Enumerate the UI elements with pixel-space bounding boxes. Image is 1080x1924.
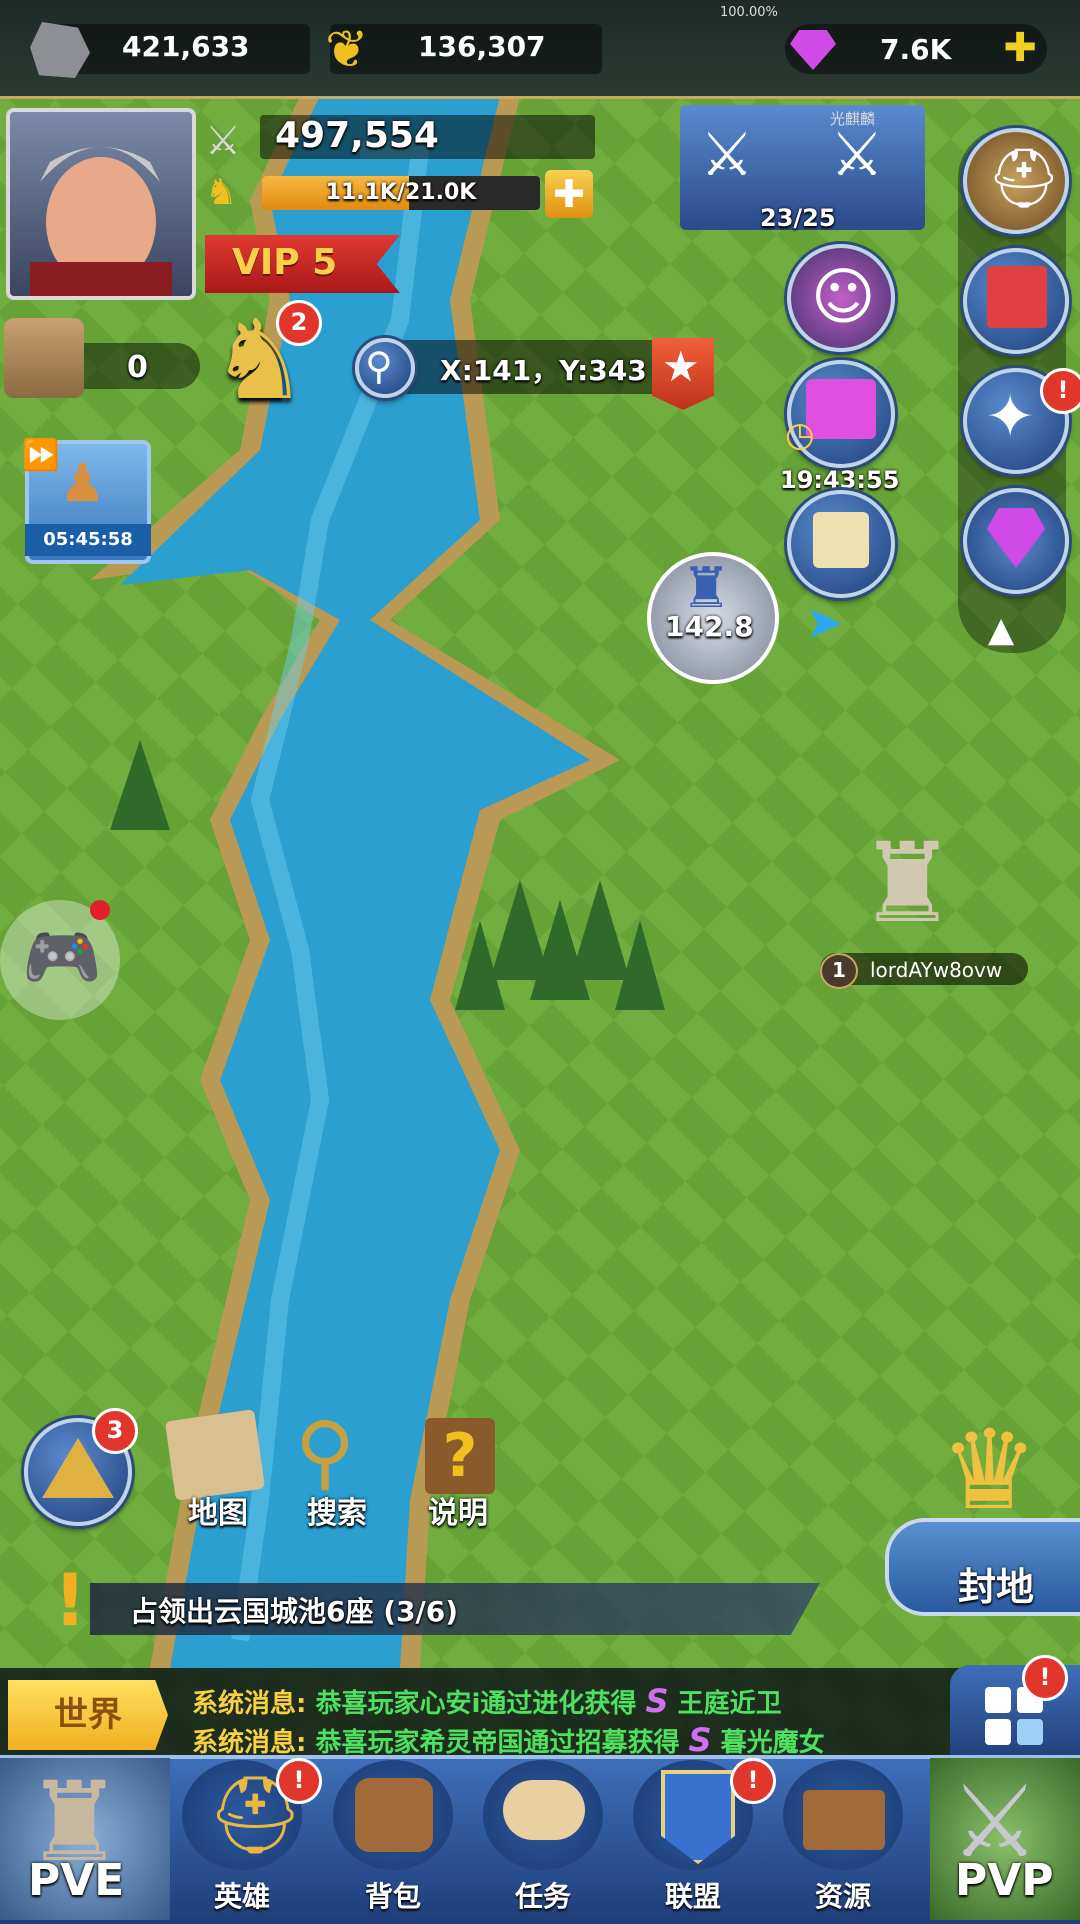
boost-timer: 05:45:58 — [25, 524, 151, 556]
city-icon — [4, 318, 84, 398]
knight-badge: 2 — [276, 300, 322, 346]
search-label[interactable]: 搜索 — [307, 1488, 367, 1532]
knights-icon-2: ⚔ — [830, 120, 884, 190]
chat-reward: 暮光魔女 — [720, 1728, 825, 1758]
gift-button[interactable] — [963, 248, 1069, 354]
search-coord-button[interactable]: ⚲ — [355, 338, 415, 398]
expand-arrow-icon[interactable]: ➤ — [805, 595, 844, 649]
chat-text: 恭喜玩家希灵帝国通过招募获得 — [315, 1728, 680, 1758]
chat-prefix: 系统消息: — [192, 1689, 307, 1719]
hero-alert: ! — [276, 1758, 322, 1804]
chat-text: 恭喜玩家心安i通过进化获得 — [315, 1689, 637, 1719]
fief-label[interactable]: 封地 — [958, 1556, 1034, 1611]
quest-alert-icon: ! — [53, 1558, 87, 1642]
party-popper-icon: ✦ — [985, 382, 1036, 452]
search-icon[interactable]: ⚲ — [295, 1405, 355, 1500]
scarecrow-icon: ♟ — [59, 454, 106, 514]
knights-icon: ⚔ — [700, 120, 754, 190]
grid-icon-cell — [1017, 1719, 1043, 1745]
terrain-badge: 3 — [92, 1408, 138, 1454]
power-icon: ⚔ — [205, 118, 241, 164]
coord-text: X:141，Y:343 — [440, 354, 647, 387]
hero-nav-label[interactable]: 英雄 — [167, 1875, 317, 1915]
gem-shop-button[interactable] — [963, 488, 1069, 594]
alliance-nav-label[interactable]: 联盟 — [618, 1875, 768, 1915]
map-label[interactable]: 地图 — [188, 1488, 248, 1532]
magnifier-icon: ⚲ — [365, 344, 393, 388]
bag-nav-label[interactable]: 背包 — [318, 1875, 468, 1915]
resource-crate-icon — [803, 1790, 885, 1850]
exp-icon: ♞ — [205, 172, 238, 213]
gamepad-icon: 🎮 — [22, 921, 102, 995]
crown-icon: ♛ — [940, 1406, 1039, 1534]
star-icon: ★ — [662, 342, 700, 391]
top-progress: 100.00% — [720, 5, 778, 20]
celebration-alert: ! — [1040, 368, 1080, 414]
task-nav-label[interactable]: 任务 — [468, 1875, 618, 1915]
avatar — [30, 147, 172, 296]
city-count: 0 — [127, 350, 148, 385]
hero-girl-icon: ☺ — [811, 260, 876, 333]
scroll-task-icon — [503, 1780, 585, 1840]
scroll-icon — [813, 512, 869, 568]
grid-icon-cell — [985, 1719, 1011, 1745]
help-label[interactable]: 说明 — [428, 1488, 488, 1532]
vip-level: VIP 5 — [232, 242, 338, 283]
event-progress: 23/25 — [760, 204, 836, 232]
wheat-amount: 136,307 — [418, 30, 546, 63]
hero-event-button[interactable]: ☺ — [787, 244, 895, 352]
resource-nav-label[interactable]: 资源 — [768, 1875, 918, 1915]
exp-value: 11.1K/21.0K — [325, 180, 477, 205]
player-avatar[interactable] — [6, 108, 196, 300]
add-gems-icon[interactable]: ✚ — [1000, 28, 1040, 68]
add-exp-button[interactable]: ✚ — [545, 170, 593, 218]
chat-message-1: 系统消息: 恭喜玩家心安i通过进化获得 S 王庭近卫 — [192, 1682, 782, 1720]
scroll-button[interactable] — [787, 490, 895, 598]
fast-forward-icon: ⏩ — [22, 438, 60, 473]
clock-icon: ◷ — [785, 415, 815, 455]
collapse-arrow-icon[interactable]: ▲ — [988, 610, 1014, 650]
helmet-icon: ⛑ — [987, 144, 1061, 212]
world-chat-tab[interactable]: 世界 — [8, 1680, 168, 1750]
backpack-icon — [355, 1778, 433, 1852]
gift-box-icon — [806, 379, 876, 439]
task-nav-button[interactable] — [483, 1760, 603, 1870]
castle-value: 142.8 — [665, 610, 754, 643]
event-name: 光麒麟 — [830, 110, 876, 128]
chat-prefix: 系统消息: — [192, 1728, 307, 1758]
chat-message-2: 系统消息: 恭喜玩家希灵帝国通过招募获得 S 暮光魔女 — [192, 1721, 825, 1759]
resource-nav-button[interactable] — [783, 1760, 903, 1870]
alliance-alert: ! — [730, 1758, 776, 1804]
helmet-button[interactable]: ⛑ — [963, 128, 1069, 234]
wheat-icon: ❦ — [325, 20, 369, 80]
gem-pile-icon — [987, 508, 1045, 568]
enemy-castle[interactable]: ♜ — [858, 828, 998, 938]
power-value: 497,554 — [275, 115, 439, 156]
enemy-castle-icon: ♜ — [858, 819, 957, 947]
quest-text: 占领出云国城池6座 (3/6) — [130, 1595, 459, 1628]
bookmark-button[interactable]: ★ — [652, 338, 714, 410]
shield-icon — [661, 1770, 735, 1864]
menu-alert: ! — [1022, 1655, 1068, 1701]
enemy-level: 1 — [820, 953, 858, 989]
bag-nav-button[interactable] — [333, 1760, 453, 1870]
gamepad-dot — [90, 900, 110, 920]
chat-reward: 王庭近卫 — [677, 1689, 782, 1719]
rank-badge: S — [688, 1721, 712, 1759]
resource-bar: 421,633 ❦ 136,307 7.6K ✚ 100.00% — [0, 0, 1080, 99]
stone-amount: 421,633 — [122, 30, 250, 63]
enemy-name: lordAYw8ovw — [870, 958, 1003, 982]
gift-icon — [987, 266, 1047, 328]
gem-amount: 7.6K — [880, 33, 952, 66]
grid-icon — [985, 1687, 1011, 1713]
help-icon[interactable]: ? — [425, 1418, 495, 1494]
rank-badge: S — [645, 1682, 669, 1720]
pve-label[interactable]: PVE — [28, 1855, 124, 1906]
pvp-label[interactable]: PVP — [955, 1855, 1054, 1906]
